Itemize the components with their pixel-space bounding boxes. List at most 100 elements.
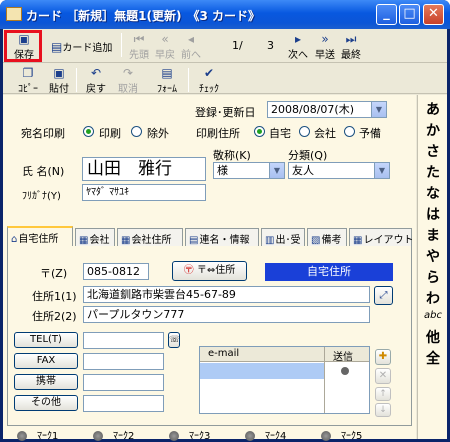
map-link-button[interactable]: ⤢	[374, 286, 393, 305]
tab-joint-names-info[interactable]: ▤連名・情報	[185, 228, 259, 246]
check-label: ﾁｪｯｸ	[199, 84, 219, 95]
index-ra[interactable]: ら	[418, 267, 448, 287]
index-ya[interactable]: や	[418, 246, 448, 266]
tab-company-address[interactable]: ▦会社住所	[117, 228, 183, 246]
other-input[interactable]	[83, 395, 164, 412]
tab-sent-received[interactable]: ▥出･受	[261, 228, 305, 246]
email-move-down-button[interactable]: ↓	[375, 403, 391, 417]
category-select[interactable]: 友人 ▼	[288, 162, 390, 179]
fax-button[interactable]: FAX	[14, 353, 78, 369]
mark-label: ﾏｰｸ4	[265, 431, 287, 442]
index-other[interactable]: 他	[418, 327, 448, 347]
fast-forward-button[interactable]: » 早送	[313, 33, 337, 62]
list-icon: ▤	[189, 235, 199, 246]
rewind-icon: «	[161, 32, 169, 46]
mark-3[interactable]: ﾏｰｸ3	[169, 427, 210, 442]
undo-label: 戻す	[86, 84, 106, 95]
index-sa[interactable]: さ	[418, 141, 448, 161]
paste-button[interactable]: ▣ 貼付	[47, 67, 71, 96]
email-row-selected[interactable]	[200, 363, 324, 379]
zip-input[interactable]: 085-0812	[83, 263, 149, 280]
zip-address-swap-button[interactable]: 〶 〒⇔住所	[172, 261, 247, 281]
title-bar[interactable]: カード ［新規］無題1(更新) 《3 カード》 _ □ ✕	[0, 0, 450, 29]
column-divider	[324, 347, 325, 413]
mobile-input[interactable]	[83, 374, 164, 391]
mark-2[interactable]: ﾏｰｸ2	[93, 427, 134, 442]
email-move-up-button[interactable]: ↑	[375, 387, 391, 401]
index-abc[interactable]: abc	[418, 310, 448, 321]
form-label: ﾌｫｰﾑ	[157, 84, 177, 95]
mobile-button[interactable]: 携帯	[14, 374, 78, 390]
index-ta[interactable]: た	[418, 162, 448, 182]
undo-icon: ↶	[90, 66, 102, 80]
first-card-button[interactable]: ⏮ 先頭	[127, 33, 151, 62]
home-address-radio[interactable]	[254, 126, 265, 137]
skip-last-icon: ⏭	[345, 32, 357, 46]
building-icon: ▦	[121, 235, 131, 246]
email-table: e-mail 送信	[199, 346, 370, 414]
mark-5[interactable]: ﾏｰｸ5	[321, 427, 362, 442]
mark-4[interactable]: ﾏｰｸ4	[245, 427, 286, 442]
window-client: ▣ 保存 ▤カード追加 ⏮先頭 «早戻 ◂前へ 1/ 3 ▸次へ »早送	[3, 29, 448, 442]
index-all[interactable]: 全	[418, 348, 448, 368]
tab-layout[interactable]: ▦レイアウト	[349, 228, 413, 246]
prev-card-button[interactable]: ◂ 前へ	[179, 33, 203, 62]
phone-dial-button[interactable]: ☏	[168, 332, 180, 348]
undo-button[interactable]: ↶ 戻す	[83, 66, 109, 96]
send-indicator-icon[interactable]	[341, 367, 349, 375]
index-ha[interactable]: は	[418, 204, 448, 224]
tab-notes[interactable]: ▧備考	[307, 228, 347, 246]
email-add-button[interactable]: ✚	[375, 349, 391, 365]
fax-input[interactable]	[83, 353, 164, 370]
save-button[interactable]: ▣ 保存	[10, 33, 38, 62]
cancel-edit-button[interactable]: ↷ 取消	[115, 67, 141, 96]
company-address-radio[interactable]	[299, 126, 310, 137]
print-no-radio[interactable]	[131, 126, 142, 137]
tab-label: 会社	[89, 235, 110, 246]
card-app-icon	[6, 7, 22, 21]
tab-company[interactable]: ▦会社	[75, 228, 115, 246]
name-input[interactable]: 山田 雅行	[82, 157, 206, 181]
tel-input[interactable]	[83, 332, 164, 349]
other-button[interactable]: その他	[14, 395, 78, 411]
address1-input[interactable]: 北海道釧路市柴雲台45-67-89	[83, 286, 370, 303]
furigana-input[interactable]: ﾔﾏﾀﾞ ﾏｻﾕｷ	[82, 184, 206, 201]
print-yes-radio[interactable]	[83, 126, 94, 137]
arrow-down-icon: ↓	[379, 405, 387, 415]
index-ka[interactable]: か	[418, 120, 448, 140]
address2-label: 住所2(2)	[32, 310, 77, 323]
home-address-label: 自宅	[269, 127, 291, 140]
tab-home-address[interactable]: ⌂自宅住所	[7, 226, 73, 246]
index-ma[interactable]: ま	[418, 225, 448, 245]
last-card-button[interactable]: ⏭ 最終	[339, 32, 363, 62]
form-button[interactable]: ▤ ﾌｫｰﾑ	[151, 67, 183, 96]
reserve-address-radio[interactable]	[344, 126, 355, 137]
close-button[interactable]: ✕	[423, 4, 444, 25]
address2-input[interactable]: パープルタウン777	[83, 306, 370, 323]
fast-back-button[interactable]: « 早戻	[153, 32, 177, 62]
maximize-button[interactable]: □	[399, 4, 420, 25]
map-icon: ⤢	[379, 290, 388, 301]
tab-label: 出･受	[275, 235, 301, 246]
index-a[interactable]: あ	[418, 99, 448, 119]
index-wa[interactable]: わ	[418, 288, 448, 308]
tel-button[interactable]: TEL(T)	[14, 332, 78, 348]
toolbar-separator	[76, 68, 77, 92]
reserve-address-label: 予備	[359, 127, 381, 140]
check-button[interactable]: ✔ ﾁｪｯｸ	[194, 67, 224, 96]
copy-button[interactable]: ❐ ｺﾋﾟｰ	[16, 67, 40, 96]
minimize-button[interactable]: _	[376, 4, 397, 25]
chevron-down-icon: ▼	[374, 163, 389, 178]
email-delete-button[interactable]: ✕	[375, 368, 391, 384]
registered-date-select[interactable]: 2008/08/07(木) ▼	[267, 101, 387, 118]
mark-label: ﾏｰｸ3	[189, 431, 211, 442]
next-card-button[interactable]: ▸ 次へ	[286, 33, 310, 62]
index-na[interactable]: な	[418, 183, 448, 203]
add-card-button[interactable]: ▤カード追加	[51, 39, 112, 55]
honorific-select[interactable]: 様 ▼	[213, 162, 285, 179]
registered-date-value: 2008/08/07(木)	[271, 103, 354, 116]
print-no-label: 除外	[147, 127, 169, 140]
note-icon: ▧	[311, 235, 321, 246]
mark-1[interactable]: ﾏｰｸ1	[17, 427, 58, 442]
arrow-up-icon: ↑	[379, 389, 387, 399]
